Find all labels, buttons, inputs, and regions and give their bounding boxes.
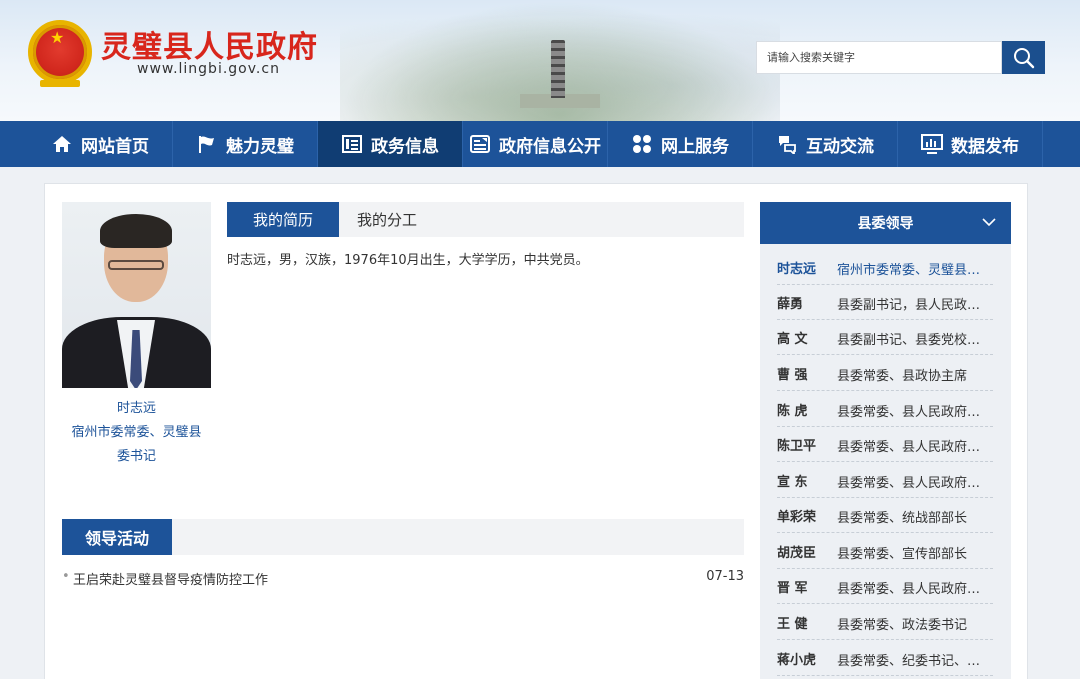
search-button[interactable] (1002, 41, 1045, 74)
activities-title: 领导活动 (62, 519, 172, 555)
leader-item-post: 县委常委、县政协主席 (837, 369, 968, 384)
leader-caption: 时志远 宿州市委常委、灵璧县 委书记 (62, 397, 211, 469)
leader-item-post: 县委常委、政法委书记 (837, 618, 968, 633)
bullet-icon: • (62, 569, 70, 584)
leader-item[interactable]: 宣 东 县委常委、县人民政府副县长 (777, 463, 993, 498)
leader-name: 时志远 (116, 401, 156, 416)
leader-item-post: 县委常委、县人民政府副县长 (837, 405, 989, 420)
leader-item-post: 县委常委、县人民政府副县长 (837, 582, 989, 597)
leader-portrait-image (62, 202, 211, 388)
leader-item-post: 县委副书记，县人民政府县长 (837, 298, 989, 313)
tab-duties[interactable]: 我的分工 (339, 202, 435, 237)
tab-resume[interactable]: 我的简历 (227, 202, 339, 237)
leader-item[interactable]: 陈 虎 县委常委、县人民政府副县长 (777, 392, 993, 427)
bio-text: 时志远，男，汉族，1976年10月出生，大学学历，中共党员。 (227, 253, 589, 268)
nav-online-service-label: 网上服务 (661, 136, 729, 157)
emblem-ribbon (40, 80, 80, 87)
leader-item-post: 县委常委、统战部部长 (837, 511, 968, 526)
leader-item-name: 单彩荣 (777, 510, 817, 525)
home-icon (51, 134, 73, 154)
leader-item[interactable]: 高 文 县委副书记、县委党校校长 (777, 320, 993, 355)
magnifier-icon (1013, 47, 1034, 68)
leader-item-name: 胡茂臣 (777, 546, 817, 561)
nav-home[interactable]: 网站首页 (28, 121, 173, 167)
leaders-sidebar-header[interactable]: 县委领导 (760, 202, 1011, 244)
leader-item[interactable]: 王 健 县委常委、政法委书记 (777, 605, 993, 640)
banner-pagoda-image (551, 40, 565, 98)
profile-tabs: 我的简历 我的分工 (227, 202, 744, 237)
leader-item-name: 薛勇 (777, 297, 804, 312)
leader-item-post: 县委常委、县人民政府副县长 (837, 476, 989, 491)
nav-online-service[interactable]: 网上服务 (608, 121, 753, 167)
leader-item-name: 王 健 (777, 617, 808, 632)
leader-item[interactable]: 晋 军 县委常委、县人民政府副县长 (777, 569, 993, 604)
nav-info-disclosure[interactable]: 政府信息公开 (463, 121, 608, 167)
emblem-star-icon: ★ (50, 28, 65, 47)
nav-interaction-label: 互动交流 (806, 136, 874, 157)
leader-item-name: 曹 强 (777, 368, 808, 383)
leader-item-post: 县委副书记、县委党校校长 (837, 333, 989, 348)
leader-item-post: 县委常委、纪委书记、… (837, 654, 981, 669)
leaders-sidebar-title: 县委领导 (857, 216, 914, 232)
leader-item[interactable]: 陈卫平 县委常委、县人民政府副县长 (777, 427, 993, 462)
activity-item[interactable]: • 王启荣赴灵璧县督导疫情防控工作 07-13 (62, 569, 744, 589)
activity-title[interactable]: 王启荣赴灵璧县督导疫情防控工作 (73, 569, 268, 588)
list-icon (341, 134, 363, 154)
activity-date: 07-13 (706, 569, 744, 584)
leader-item-name: 陈卫平 (777, 439, 817, 454)
main-nav: 网站首页 魅力灵璧 政务信息 政府信息公开 网上服务 互动交流 数据发布 (0, 121, 1080, 167)
leader-position-line2: 委书记 (116, 449, 156, 464)
nav-charm-label: 魅力灵璧 (226, 136, 294, 157)
search-input[interactable] (756, 41, 1002, 74)
leader-item[interactable]: 薛勇 县委副书记，县人民政府县长 (777, 285, 993, 320)
leader-item[interactable]: 胡茂臣 县委常委、宣传部部长 (777, 534, 993, 569)
nav-data-release[interactable]: 数据发布 (898, 121, 1043, 167)
leader-item-post: 宿州市委常委、灵璧县委书记 (837, 263, 989, 278)
leader-item-name: 陈 虎 (777, 404, 808, 419)
nav-gov-affairs-label: 政务信息 (371, 136, 439, 157)
chevron-down-icon (982, 218, 996, 227)
leader-item[interactable]: 蒋小虎 县委常委、纪委书记、… (777, 641, 993, 676)
leader-item[interactable]: 单彩荣 县委常委、统战部部长 (777, 498, 993, 533)
nav-charm-lingbi[interactable]: 魅力灵璧 (173, 121, 318, 167)
nav-gov-affairs[interactable]: 政务信息 (318, 121, 463, 167)
site-title[interactable]: 灵璧县人民政府 (101, 22, 318, 66)
nav-data-release-label: 数据发布 (951, 136, 1019, 157)
leader-item-name: 宣 东 (777, 475, 808, 490)
leader-item[interactable]: 时志远 宿州市委常委、灵璧县委书记 (777, 250, 993, 285)
document-icon (469, 134, 491, 154)
flag-icon (196, 134, 218, 154)
nav-info-disclosure-label: 政府信息公开 (499, 136, 601, 157)
leader-item-post: 县委常委、宣传部部长 (837, 547, 968, 562)
leader-item-name: 时志远 (777, 262, 817, 277)
nav-interaction[interactable]: 互动交流 (753, 121, 898, 167)
leader-position-line1: 宿州市委常委、灵璧县 (71, 425, 202, 440)
nav-home-label: 网站首页 (81, 136, 149, 157)
grid-icon (631, 134, 653, 154)
leader-item-name: 晋 军 (777, 581, 808, 596)
leader-item-name: 高 文 (777, 332, 808, 347)
leader-item[interactable]: 曹 强 县委常委、县政协主席 (777, 356, 993, 391)
leader-item-name: 蒋小虎 (777, 653, 817, 668)
leader-item-post: 县委常委、县人民政府副县长 (837, 440, 989, 455)
chat-icon (776, 134, 798, 154)
site-url: www.lingbi.gov.cn (137, 61, 280, 77)
monitor-chart-icon (921, 134, 943, 154)
